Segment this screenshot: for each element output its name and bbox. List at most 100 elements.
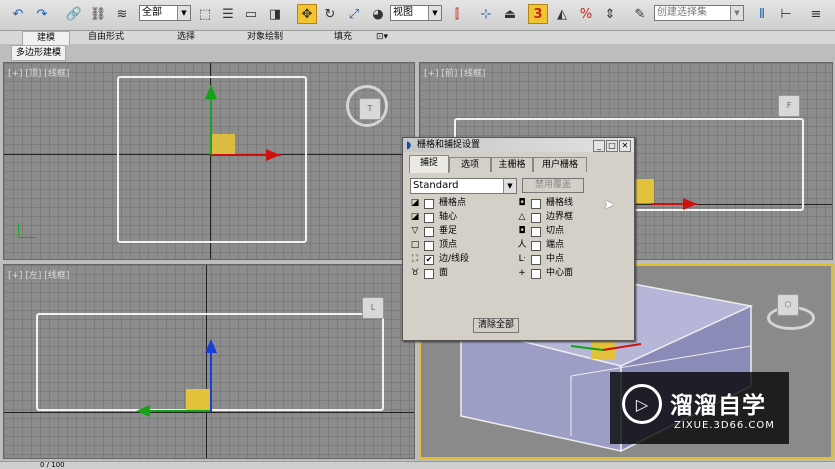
rect-selection-icon[interactable]: ▭ [241, 4, 261, 24]
grid-lines-checkbox[interactable] [531, 198, 541, 209]
select-object-icon[interactable]: ⬚ [195, 4, 215, 24]
grid-points-checkbox[interactable] [424, 198, 434, 209]
ribbon-subtab-polygon-modeling[interactable]: 多边形建模 [11, 45, 67, 61]
close-icon[interactable]: ✕ [619, 140, 631, 152]
keyboard-shortcut-icon[interactable]: ⏏ [500, 4, 520, 24]
grid-snap-settings-dialog: ◗ 栅格和捕捉设置 _ □ ✕ 捕捉 选项 主栅格 用户栅格 Standard … [402, 137, 635, 341]
main-toolbar: ↶ ↷ 🔗 ⛓ ≋ 全部 ▼ ⬚ ☰ ▭ ◨ ✥ ↻ ⤢ ◕ 视图 ▼ ⫿ ⊹ … [0, 0, 835, 31]
tangent-icon: ◘ [518, 226, 526, 236]
layer-manager-icon[interactable]: ≡ [806, 4, 826, 24]
midpoint-checkbox[interactable] [531, 254, 541, 265]
selection-filter-dropdown[interactable]: 全部 ▼ [139, 5, 191, 21]
clear-all-button[interactable]: 清除全部 [473, 318, 519, 333]
tangent-label: 切点 [546, 226, 565, 236]
viewcube[interactable]: T [359, 98, 381, 120]
bounding-box-checkbox[interactable] [531, 212, 541, 223]
face-label: 面 [439, 268, 449, 278]
mouse-cursor-icon: ➤ [603, 197, 615, 213]
viewport-front-label[interactable]: [+] [前] [线框] [424, 66, 485, 79]
override-off-button[interactable]: 禁用覆盖 [522, 178, 584, 193]
snap-item-grid-points[interactable]: ◪ 栅格点 [410, 197, 466, 210]
ribbon-tab-selection[interactable]: 选择 [177, 31, 195, 44]
snap-item-bounding-box[interactable]: △ 边界框 [517, 211, 573, 224]
snap-type-dropdown[interactable]: Standard ▼ [410, 178, 517, 194]
percent-snap-icon[interactable]: % [576, 4, 596, 24]
gizmo-y-arrow [205, 85, 217, 99]
scale-icon[interactable]: ⤢ [344, 4, 364, 24]
vertex-label: 顶点 [439, 240, 458, 250]
gizmo-y-arrow [136, 405, 150, 417]
snap-item-perpendicular[interactable]: ▽ 垂足 [410, 225, 457, 238]
redo-icon[interactable]: ↷ [32, 4, 52, 24]
named-selection-set-dropdown[interactable]: 创建选择集 ▼ [654, 5, 744, 21]
pivot-checkbox[interactable] [424, 212, 434, 223]
snap-item-center-face[interactable]: + 中心面 [517, 267, 573, 280]
snap-item-pivot[interactable]: ◪ 轴心 [410, 211, 457, 224]
vertex-checkbox[interactable] [424, 240, 434, 251]
edit-named-sets-icon[interactable]: ✎ [630, 4, 650, 24]
perpendicular-checkbox[interactable] [424, 226, 434, 237]
watermark-url: ZIXUE.3D66.COM [674, 420, 775, 431]
align-icon[interactable]: ⊢ [776, 4, 796, 24]
minimize-icon[interactable]: _ [593, 140, 605, 152]
snap-item-vertex[interactable]: □ 顶点 [410, 239, 457, 252]
ribbon-tab-populate[interactable]: 填充 [334, 31, 352, 44]
undo-icon[interactable]: ↶ [8, 4, 28, 24]
viewcube[interactable]: L [362, 297, 384, 319]
viewport-top[interactable]: [+] [顶] [线框] T [3, 62, 415, 260]
angle-snap-icon[interactable]: ◭ [552, 4, 572, 24]
rotate-icon[interactable]: ↻ [320, 4, 340, 24]
unlink-icon[interactable]: ⛓ [88, 4, 108, 24]
edge-segment-checkbox[interactable]: ✔ [424, 254, 434, 265]
link-icon[interactable]: 🔗 [64, 4, 84, 24]
ribbon-tab-modeling[interactable]: 建模 [22, 31, 71, 45]
selection-filter-value: 全部 [142, 7, 162, 18]
window-crossing-icon[interactable]: ◨ [265, 4, 285, 24]
bind-space-warp-icon[interactable]: ≋ [112, 4, 132, 24]
snap-item-grid-lines[interactable]: ◘ 栅格线 [517, 197, 573, 210]
spinner-snap-icon[interactable]: ⇕ [600, 4, 620, 24]
midpoint-icon: ᒷ [518, 254, 526, 264]
maximize-icon[interactable]: □ [606, 140, 618, 152]
snap-item-face[interactable]: ♉ 面 [410, 267, 448, 280]
select-manipulate-icon[interactable]: ⊹ [476, 4, 496, 24]
perpendicular-label: 垂足 [439, 226, 458, 236]
grid-lines-label: 栅格线 [546, 198, 574, 208]
select-and-place-icon[interactable]: ◕ [368, 4, 388, 24]
dialog-titlebar[interactable]: ◗ 栅格和捕捉设置 _ □ ✕ [403, 138, 634, 152]
face-checkbox[interactable] [424, 268, 434, 279]
snap-item-tangent[interactable]: ◘ 切点 [517, 225, 564, 238]
tab-options[interactable]: 选项 [449, 157, 491, 172]
select-by-name-icon[interactable]: ☰ [218, 4, 238, 24]
center-face-checkbox[interactable] [531, 268, 541, 279]
snap-item-edge-segment[interactable]: ⛶ ✔ 边/线段 [410, 253, 469, 266]
reference-coord-dropdown[interactable]: 视图 ▼ [390, 5, 442, 21]
tab-user-grids[interactable]: 用户栅格 [533, 157, 587, 172]
tab-snaps[interactable]: 捕捉 [409, 155, 449, 173]
ribbon-tab-freeform[interactable]: 自由形式 [88, 31, 124, 44]
snap-item-midpoint[interactable]: ᒷ 中点 [517, 253, 564, 266]
viewport-left[interactable]: [+] [左] [线框] L [3, 264, 415, 459]
ribbon-options-icon[interactable]: ⊡▾ [376, 31, 388, 44]
move-icon[interactable]: ✥ [297, 4, 317, 24]
play-logo-icon: ▷ [622, 384, 662, 424]
snap-toggle-label: 3 [533, 6, 543, 22]
tab-home-grid[interactable]: 主栅格 [491, 157, 533, 172]
viewcube[interactable]: ⬡ [777, 294, 799, 316]
gizmo-x-arrow [683, 198, 697, 210]
snap-item-endpoint[interactable]: 人 端点 [517, 239, 564, 252]
viewcube[interactable]: F [778, 95, 800, 117]
mirror-icon[interactable]: ⫴ [752, 4, 772, 24]
endpoint-checkbox[interactable] [531, 240, 541, 251]
pivot-center-icon[interactable]: ⫿ [447, 4, 467, 24]
snap-toggle-icon[interactable]: 3 [528, 4, 548, 24]
bounding-box-label: 边界框 [546, 212, 574, 222]
grid-points-icon: ◪ [410, 198, 420, 208]
tangent-checkbox[interactable] [531, 226, 541, 237]
dialog-title: 栅格和捕捉设置 [417, 140, 481, 150]
viewport-top-label[interactable]: [+] [顶] [线框] [8, 66, 69, 79]
viewport-left-label[interactable]: [+] [左] [线框] [8, 268, 69, 281]
gizmo-z-arrow [205, 339, 217, 353]
ribbon-tab-object-paint[interactable]: 对象绘制 [247, 31, 283, 44]
chevron-down-icon: ▼ [428, 6, 441, 20]
